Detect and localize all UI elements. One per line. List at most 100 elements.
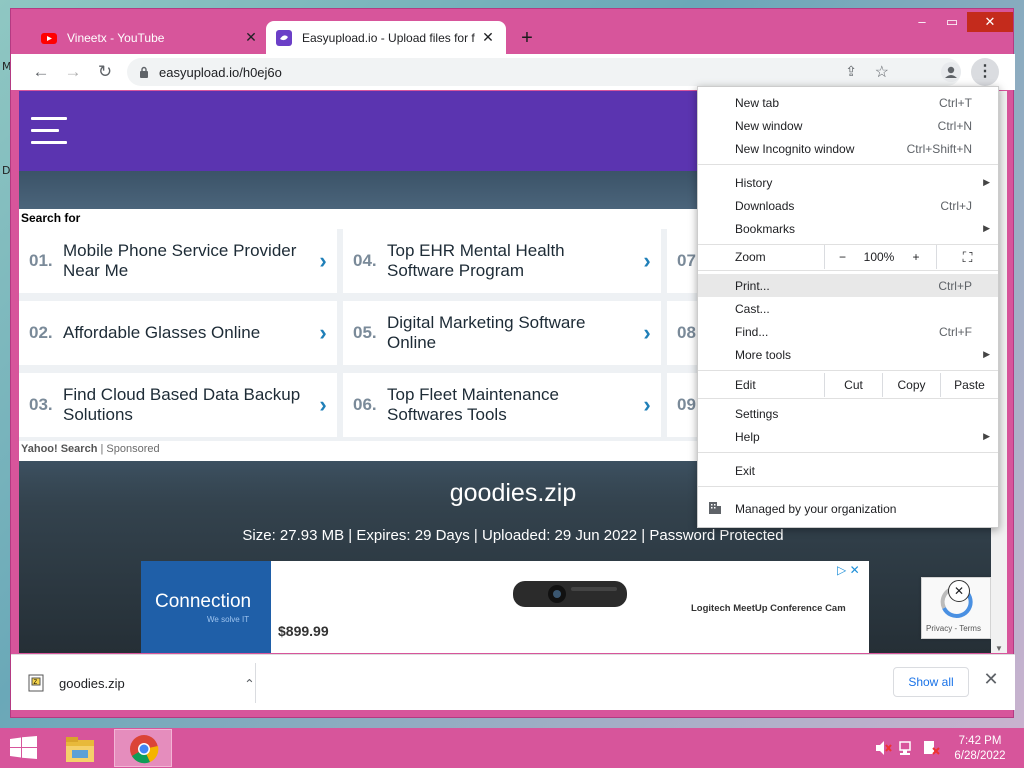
search-item[interactable]: 03. Find Cloud Based Data Backup Solution…	[19, 373, 337, 441]
network-icon[interactable]	[898, 740, 916, 756]
window-close-button[interactable]: ✕	[967, 12, 1013, 32]
menu-cast[interactable]: Cast...	[698, 297, 998, 320]
item-text: Mobile Phone Service Provider Near Me	[63, 241, 297, 280]
address-bar[interactable]: easyupload.io/h0ej6o ⇪ ☆	[127, 58, 961, 86]
chevron-right-icon: ›	[643, 320, 651, 345]
zoom-value: 100%	[863, 250, 895, 264]
item-number: 01.	[29, 251, 53, 270]
tab-easyupload[interactable]: Easyupload.io - Upload files for f ✕	[266, 21, 506, 54]
back-icon[interactable]: ←	[27, 59, 55, 85]
yahoo-brand[interactable]: Yahoo! Search	[21, 443, 97, 455]
divider	[255, 663, 256, 703]
edit-label: Edit	[735, 378, 756, 392]
submenu-arrow-icon: ▶	[983, 177, 990, 187]
close-icon[interactable]: ✕	[948, 580, 970, 602]
new-tab-button[interactable]: +	[515, 27, 539, 50]
taskbar-chrome-button[interactable]	[114, 729, 172, 767]
menu-edit-row: Edit Cut Copy Paste	[698, 373, 998, 397]
sponsored-search-box: Search for 01. Mobile Phone Service Provi…	[19, 209, 709, 461]
copy-button[interactable]: Copy	[882, 373, 940, 397]
building-icon	[709, 502, 721, 514]
search-item[interactable]: 05. Digital Marketing Software Online ›	[343, 301, 661, 369]
chevron-up-icon[interactable]: ⌄	[244, 675, 255, 691]
minimize-button[interactable]: –	[907, 12, 937, 32]
youtube-icon	[41, 32, 57, 44]
menu-history[interactable]: History ▶	[698, 171, 998, 194]
menu-downloads[interactable]: Downloads Ctrl+J	[698, 194, 998, 217]
share-icon[interactable]: ⇪	[845, 63, 857, 80]
url-text: easyupload.io/h0ej6o	[159, 64, 282, 80]
forward-icon[interactable]: →	[59, 59, 87, 85]
tab-youtube[interactable]: Vineetx - YouTube ✕	[31, 21, 269, 54]
show-all-button[interactable]: Show all	[893, 667, 969, 697]
item-number: 05.	[353, 323, 377, 342]
close-icon[interactable]: ✕	[243, 29, 259, 46]
item-text: Top EHR Mental Health Software Program	[387, 241, 565, 280]
submenu-arrow-icon: ▶	[983, 349, 990, 359]
menu-incognito[interactable]: New Incognito window Ctrl+Shift+N	[698, 137, 998, 160]
item-number: 02.	[29, 323, 53, 342]
cut-button[interactable]: Cut	[824, 373, 882, 397]
menu-find[interactable]: Find... Ctrl+F	[698, 320, 998, 343]
fullscreen-icon[interactable]: ⛶	[936, 245, 998, 269]
item-text: Find Cloud Based Data Backup Solutions	[63, 385, 301, 424]
zoom-in-button[interactable]: +	[898, 245, 934, 269]
menu-bookmarks[interactable]: Bookmarks ▶	[698, 217, 998, 240]
clock-time: 7:42 PM	[958, 735, 1002, 747]
ad-tagline: We solve IT	[207, 615, 250, 624]
recaptcha-links[interactable]: Privacy - Terms	[926, 624, 981, 633]
volume-muted-icon[interactable]	[874, 740, 892, 756]
lock-icon	[140, 66, 148, 78]
menu-new-tab[interactable]: New tab Ctrl+T	[698, 91, 998, 114]
menu-managed[interactable]: Managed by your organization	[698, 497, 998, 520]
item-text: Affordable Glasses Online	[63, 323, 261, 342]
windows-start-icon[interactable]	[10, 736, 38, 760]
hamburger-menu-icon[interactable]	[31, 117, 67, 153]
advertisement[interactable]: Connection We solve IT $899.99 Logitech …	[141, 561, 869, 653]
ad-choices-icon[interactable]: ▷ ✕	[837, 563, 867, 577]
sponsored-label: Sponsored	[106, 443, 160, 455]
menu-print[interactable]: Print... Ctrl+P	[698, 274, 998, 297]
menu-more-tools[interactable]: More tools ▶	[698, 343, 998, 366]
zoom-label: Zoom	[735, 250, 766, 264]
menu-new-window[interactable]: New window Ctrl+N	[698, 114, 998, 137]
menu-settings[interactable]: Settings	[698, 402, 998, 425]
search-item[interactable]: 02. Affordable Glasses Online ›	[19, 301, 337, 369]
download-item[interactable]: Z goodies.zip ⌄	[27, 669, 255, 697]
search-item[interactable]: 06. Top Fleet Maintenance Softwares Tools…	[343, 373, 661, 441]
star-icon[interactable]: ☆	[875, 62, 889, 82]
recaptcha-badge[interactable]: ✕ Privacy - Terms	[921, 577, 991, 639]
menu-separator	[698, 270, 998, 271]
chevron-right-icon: ›	[319, 248, 327, 273]
menu-separator	[698, 164, 998, 165]
search-item[interactable]: 01. Mobile Phone Service Provider Near Me…	[19, 229, 337, 297]
search-item[interactable]: 04. Top EHR Mental Health Software Progra…	[343, 229, 661, 297]
zip-file-icon: Z	[28, 674, 44, 692]
ad-product: Logitech MeetUp Conference Cam	[691, 603, 846, 614]
search-grid: 01. Mobile Phone Service Provider Near Me…	[19, 229, 709, 441]
submenu-arrow-icon: ▶	[983, 431, 990, 441]
profile-icon[interactable]	[941, 62, 961, 82]
zoom-out-button[interactable]: −	[824, 245, 860, 269]
action-center-icon[interactable]	[922, 740, 940, 756]
paste-button[interactable]: Paste	[940, 373, 998, 397]
camera-product-image	[513, 581, 627, 607]
download-file-name: goodies.zip	[59, 675, 125, 691]
system-clock[interactable]: 7:42 PM 6/28/2022	[944, 734, 1016, 764]
menu-kebab-icon[interactable]: ⋮	[971, 58, 999, 86]
menu-separator	[698, 486, 998, 487]
download-bar: Z goodies.zip ⌄ Show all ✕	[11, 654, 1015, 710]
menu-exit[interactable]: Exit	[698, 459, 998, 482]
file-explorer-icon[interactable]	[60, 732, 100, 766]
menu-separator	[698, 370, 998, 371]
menu-help[interactable]: Help ▶	[698, 425, 998, 448]
maximize-button[interactable]: ▭	[937, 12, 967, 32]
close-icon[interactable]: ✕	[480, 29, 496, 46]
ad-logo: Connection We solve IT	[141, 561, 271, 653]
chevron-right-icon: ›	[643, 248, 651, 273]
chrome-menu: New tab Ctrl+T New window Ctrl+N New Incog…	[697, 86, 999, 528]
reload-icon[interactable]: ↻	[91, 59, 119, 85]
easyupload-icon	[276, 29, 292, 46]
item-number: 06.	[353, 395, 377, 414]
close-icon[interactable]: ✕	[979, 669, 1003, 690]
